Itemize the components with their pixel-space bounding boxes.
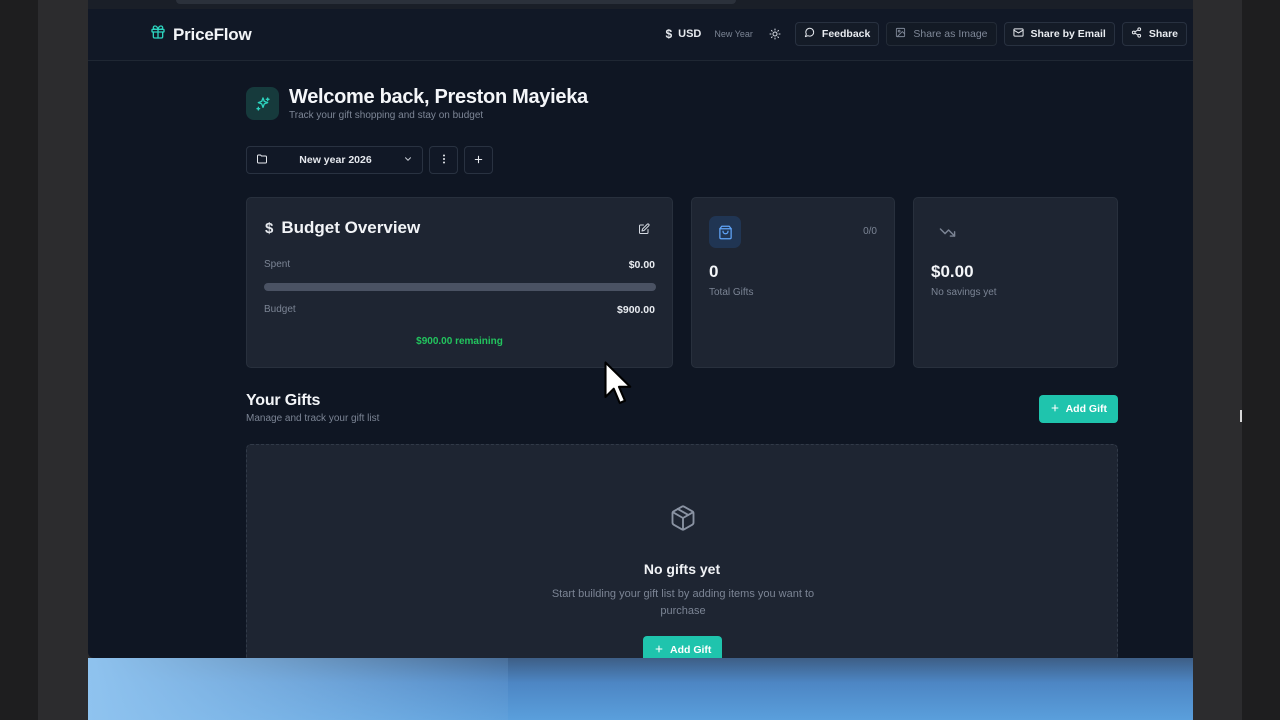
mail-icon [1012,27,1024,41]
gifts-section-header: Your Gifts Manage and track your gift li… [246,392,379,424]
budget-progress-bar [264,283,656,291]
plus-icon [1050,403,1060,416]
total-gifts-label: Total Gifts [709,287,754,298]
spent-label: Spent [264,259,291,270]
sun-icon[interactable] [768,27,782,41]
remaining-amount: $900.00 remaining [416,336,503,347]
gifts-subtitle: Manage and track your gift list [246,413,380,424]
share-email-button[interactable]: Share by Email [1003,22,1115,46]
package-icon [669,504,697,537]
share-label: Share [1148,28,1178,40]
event-menu-button[interactable] [429,146,458,174]
folder-icon [256,153,268,168]
event-select[interactable]: New year 2026 [246,146,423,174]
shopping-bag-icon [709,216,741,248]
text-cursor-mark [1240,410,1242,422]
event-label: New Year [714,29,753,39]
empty-add-gift-button[interactable]: Add Gift [643,636,723,658]
plus-icon [473,153,484,168]
share-icon [1131,27,1142,41]
mouse-cursor [604,361,634,414]
desktop-left-edge [0,0,38,720]
currency-code: USD [678,28,702,40]
more-vertical-icon [438,153,450,168]
brand[interactable]: PriceFlow [150,24,252,45]
budget-overview-card: $ Budget Overview Spent $0.00 Budget $90… [246,197,673,368]
budget-value: $900.00 [617,304,655,316]
dollar-icon: $ [265,219,274,237]
chevron-down-icon [403,154,413,167]
empty-title: No gifts yet [643,561,721,577]
event-select-value: New year 2026 [299,154,372,166]
gift-count-badge: 0/0 [863,226,877,237]
total-gifts-value: 0 [709,262,719,281]
app-name: PriceFlow [173,24,252,44]
total-gifts-card: 0/0 0 Total Gifts [691,197,895,368]
share-image-button[interactable]: Share as Image [886,22,997,46]
desktop-right-band [1193,0,1242,720]
desktop-wallpaper [88,658,1193,720]
empty-subtitle: Start building your gift list by adding … [551,588,815,617]
gifts-title: Your Gifts [246,392,321,409]
gifts-empty-state: No gifts yet Start building your gift li… [246,444,1118,658]
add-gift-label: Add Gift [1065,403,1107,415]
budget-title-text: Budget Overview [281,218,421,237]
savings-value: $0.00 [931,262,974,281]
edit-icon[interactable] [638,222,650,240]
savings-label: No savings yet [931,287,997,298]
desktop-left-band [38,0,88,720]
share-button[interactable]: Share [1121,22,1187,46]
share-image-label: Share as Image [913,28,988,40]
add-event-button[interactable] [464,146,493,174]
page-title: Welcome back, Preston Mayieka [289,86,588,108]
spent-value: $0.00 [628,259,655,271]
budget-label: Budget [264,304,296,315]
browser-chrome-strip [88,0,1193,9]
plus-icon [654,644,664,657]
desktop-right-edge [1242,0,1280,720]
header-actions: $ USD New Year Feedback Share as Image S… [665,22,1187,46]
trending-down-icon [931,216,963,248]
empty-add-gift-label: Add Gift [670,644,712,656]
dollar-icon: $ [665,27,673,41]
share-email-label: Share by Email [1030,28,1106,40]
page-subtitle: Track your gift shopping and stay on bud… [289,110,484,121]
event-toolbar: New year 2026 [246,146,493,174]
gift-icon [150,24,166,45]
savings-card: $0.00 No savings yet [913,197,1118,368]
browser-window: PriceFlow $ USD New Year Feedback Share … [88,0,1193,658]
welcome-section: Welcome back, Preston Mayieka Track your… [246,85,588,121]
budget-title: $ Budget Overview [265,218,420,238]
image-icon [895,27,906,41]
feedback-button[interactable]: Feedback [794,22,880,46]
feedback-label: Feedback [821,28,871,40]
add-gift-button[interactable]: Add Gift [1038,395,1118,423]
app-header: PriceFlow $ USD New Year Feedback Share … [88,9,1193,61]
sparkles-icon [246,87,279,120]
message-icon [804,27,815,41]
currency-selector[interactable]: $ USD [665,27,701,41]
